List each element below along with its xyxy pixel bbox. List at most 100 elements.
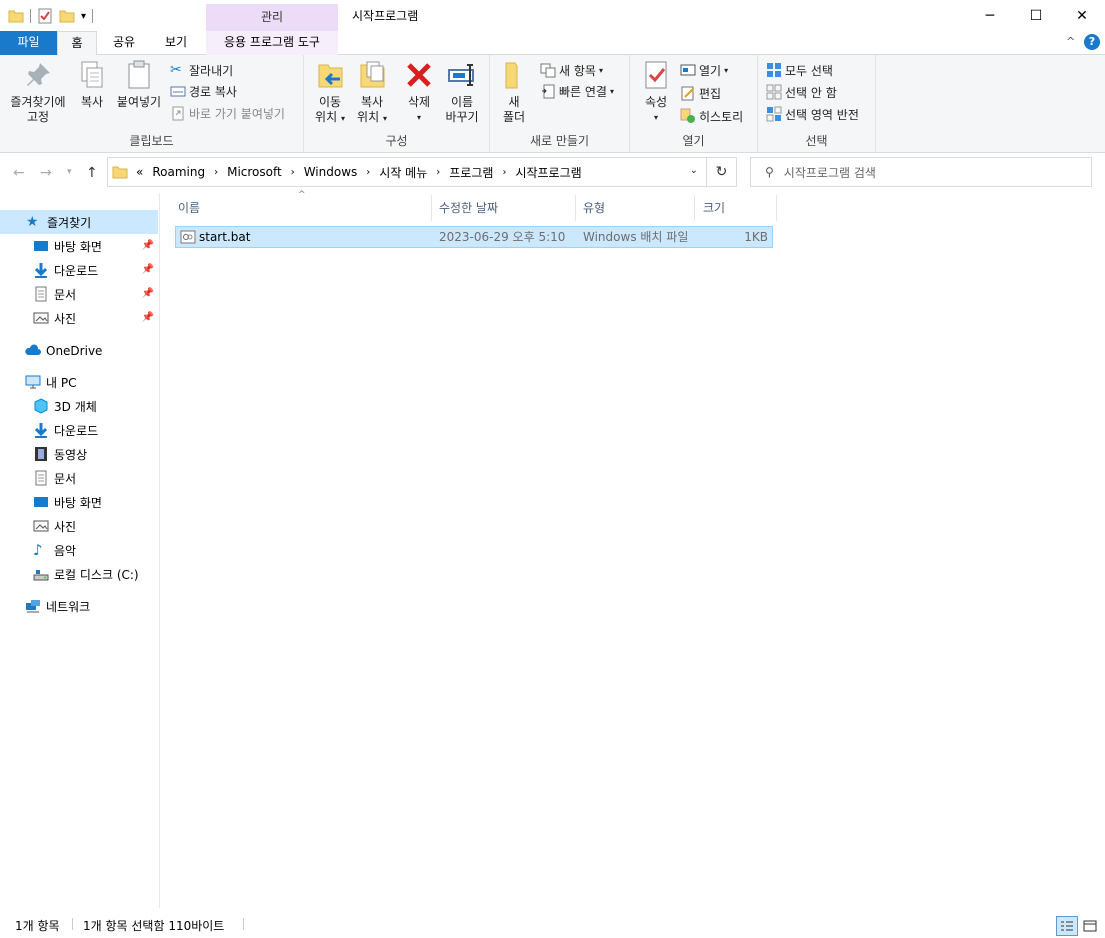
tab-view[interactable]: 보기	[156, 31, 196, 55]
nav-item-music[interactable]: ♪ 음악	[0, 538, 158, 562]
pin-icon: 📌	[141, 312, 154, 323]
nav-item-desktop-pinned[interactable]: 바탕 화면 📌	[0, 234, 158, 258]
customize-qat-icon[interactable]: ▾	[81, 11, 86, 22]
search-box[interactable]: ⚲ 시작프로그램 검색	[750, 157, 1092, 187]
history-button[interactable]: 히스토리	[680, 106, 743, 126]
nav-item-3d-objects[interactable]: 3D 개체	[0, 394, 158, 418]
nav-item-documents[interactable]: 문서	[0, 466, 158, 490]
nav-item-downloads-pinned[interactable]: 다운로드 📌	[0, 258, 158, 282]
recent-locations-chevron-icon[interactable]: ▾	[67, 167, 72, 177]
new-item-button[interactable]: 새 항목 ▾	[540, 60, 603, 80]
nav-item-quick-access[interactable]: ★ 즐겨찾기	[0, 210, 158, 234]
file-type: Windows 배치 파일	[583, 230, 689, 244]
cut-button[interactable]: ✂ 잘라내기	[170, 60, 233, 80]
nav-item-videos[interactable]: 동영상	[0, 442, 158, 466]
select-all-button[interactable]: 모두 선택	[766, 60, 833, 80]
paste-button[interactable]: 붙여넣기	[114, 59, 164, 110]
properties-check-icon[interactable]	[37, 8, 53, 24]
breadcrumb-separator-icon[interactable]: ›	[214, 167, 218, 178]
organize-group: 이동 위치 ▾ 복사 위치 ▾ 삭제 ▾ 이름 바꾸기 구성	[304, 55, 490, 153]
copy-button[interactable]: 복사	[76, 59, 108, 110]
help-icon[interactable]: ?	[1084, 34, 1100, 50]
copy-icon	[81, 61, 103, 88]
nav-item-this-pc[interactable]: 내 PC	[0, 370, 158, 394]
breadcrumb-separator-icon[interactable]: ›	[436, 167, 440, 178]
tab-share[interactable]: 공유	[104, 31, 144, 55]
breadcrumb-item-programs[interactable]: 프로그램	[449, 164, 493, 181]
column-header-size[interactable]: 크기	[699, 195, 777, 221]
copy-to-button[interactable]: 복사 위치 ▾	[352, 59, 392, 126]
maximize-button[interactable]: ☐	[1013, 0, 1059, 31]
select-none-button[interactable]: 선택 안 함	[766, 82, 837, 102]
breadcrumb-item-microsoft[interactable]: Microsoft	[227, 165, 282, 179]
column-header-type[interactable]: 유형	[579, 195, 695, 221]
delete-x-icon	[407, 63, 431, 87]
easy-access-icon	[542, 84, 555, 99]
address-history-chevron-icon[interactable]: ⌄	[690, 165, 698, 176]
search-icon: ⚲	[765, 165, 774, 179]
folder-icon[interactable]	[8, 8, 24, 24]
open-button[interactable]: 열기 ▾	[680, 60, 728, 80]
nav-item-pictures[interactable]: 사진	[0, 514, 158, 538]
back-arrow-icon[interactable]: ←	[13, 165, 25, 181]
forward-arrow-icon[interactable]: →	[40, 165, 52, 181]
refresh-button[interactable]: ↻	[707, 157, 737, 187]
breadcrumb-item-windows[interactable]: Windows	[304, 165, 358, 179]
tab-application-tools[interactable]: 응용 프로그램 도구	[206, 31, 338, 55]
refresh-icon: ↻	[715, 164, 728, 180]
nav-item-pictures-pinned[interactable]: 사진 📌	[0, 306, 158, 330]
nav-item-local-disk[interactable]: 로컬 디스크 (C:)	[0, 562, 158, 586]
nav-item-downloads[interactable]: 다운로드	[0, 418, 158, 442]
clipboard-group-label: 클립보드	[129, 134, 174, 148]
column-header-date-modified[interactable]: 수정한 날짜	[435, 195, 576, 221]
new-folder-button[interactable]: 새 폴더	[498, 59, 530, 125]
tab-file[interactable]: 파일	[0, 31, 57, 55]
move-to-button[interactable]: 이동 위치 ▾	[310, 59, 350, 126]
breadcrumb-item-roaming[interactable]: Roaming	[152, 165, 205, 179]
properties-dropdown-icon: ▾	[653, 113, 658, 122]
close-button[interactable]: ✕	[1059, 0, 1105, 31]
file-row[interactable]: start.bat 2023-06-29 오후 5:10 Windows 배치 …	[175, 226, 773, 248]
download-icon	[34, 423, 48, 438]
breadcrumb-item-startup[interactable]: 시작프로그램	[515, 164, 581, 181]
nav-item-onedrive[interactable]: OneDrive	[0, 339, 158, 363]
paste-shortcut-button[interactable]: 바로 가기 붙여넣기	[170, 103, 285, 123]
easy-access-dropdown-icon: ▾	[609, 86, 614, 96]
properties-button[interactable]: 속성 ▾	[638, 59, 674, 125]
large-icons-view-button[interactable]	[1080, 916, 1100, 936]
breadcrumb-separator-icon[interactable]: ›	[291, 167, 295, 178]
column-header-name[interactable]: 이름	[174, 195, 432, 221]
rename-button[interactable]: 이름 바꾸기	[440, 59, 484, 125]
breadcrumb-separator-icon[interactable]: ›	[366, 167, 370, 178]
details-view-button[interactable]	[1056, 916, 1078, 936]
up-arrow-icon[interactable]: ↑	[86, 165, 98, 181]
easy-access-button[interactable]: 빠른 연결 ▾	[540, 81, 614, 101]
breadcrumb-overflow[interactable]: «	[136, 165, 143, 179]
file-modified: 2023-06-29 오후 5:10	[439, 230, 566, 244]
collapse-ribbon-icon[interactable]: ^	[1066, 35, 1075, 48]
edit-button[interactable]: 편집	[680, 83, 721, 103]
nav-item-desktop[interactable]: 바탕 화면	[0, 490, 158, 514]
invert-selection-icon	[766, 106, 782, 122]
quick-access-toolbar: ▾	[8, 6, 94, 26]
ribbon: 즐겨찾기에 고정 복사 붙여넣기 ✂ 잘라내기 경로 복사 바로 가기 붙여넣기…	[0, 55, 1105, 153]
tab-home[interactable]: 홈	[57, 31, 97, 56]
open-group: 속성 ▾ 열기 ▾ 편집 히스토리 열기	[630, 55, 758, 153]
delete-button[interactable]: 삭제 ▾	[402, 59, 436, 125]
star-icon: ★	[26, 214, 39, 230]
open-group-label: 열기	[682, 134, 705, 148]
pictures-icon	[33, 312, 49, 324]
select-group: 모두 선택 선택 안 함 선택 영역 반전 선택	[758, 55, 876, 153]
address-bar[interactable]: « Roaming › Microsoft › Windows › 시작 메뉴 …	[107, 157, 707, 187]
copy-path-button[interactable]: 경로 복사	[170, 81, 237, 101]
nav-item-documents-pinned[interactable]: 문서 📌	[0, 282, 158, 306]
nav-item-network[interactable]: 네트워크	[0, 594, 158, 618]
edit-icon	[681, 86, 694, 101]
new-folder-icon[interactable]	[59, 8, 75, 24]
invert-selection-button[interactable]: 선택 영역 반전	[766, 104, 859, 124]
minimize-button[interactable]: ─	[967, 0, 1013, 31]
breadcrumb-item-start-menu[interactable]: 시작 메뉴	[379, 164, 427, 181]
select-none-icon	[766, 84, 782, 100]
breadcrumb-separator-icon[interactable]: ›	[502, 167, 506, 178]
pin-quick-access-button[interactable]: 즐겨찾기에 고정	[6, 59, 70, 125]
